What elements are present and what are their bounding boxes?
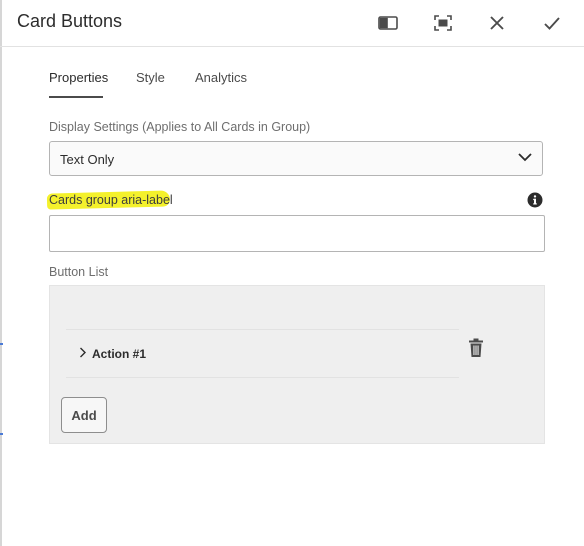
tab-style[interactable]: Style xyxy=(136,70,165,85)
sidebar-toggle-button[interactable] xyxy=(375,10,401,36)
checkmark-icon xyxy=(544,16,560,30)
left-panel-edge xyxy=(0,0,2,546)
confirm-button[interactable] xyxy=(539,10,565,36)
dialog-header: Card Buttons xyxy=(0,0,584,47)
button-list-label: Button List xyxy=(49,265,109,279)
tab-properties[interactable]: Properties xyxy=(49,70,108,85)
display-settings-select[interactable]: Text Only xyxy=(49,141,543,176)
sidebar-toggle-icon xyxy=(378,16,398,30)
active-tab-indicator xyxy=(49,96,103,98)
add-button[interactable]: Add xyxy=(61,397,107,433)
dialog-title: Card Buttons xyxy=(17,11,123,31)
close-button[interactable] xyxy=(484,10,510,36)
left-edge-marker xyxy=(0,433,3,435)
left-edge-marker xyxy=(0,343,3,345)
chevron-down-icon xyxy=(518,153,532,162)
fullscreen-button[interactable] xyxy=(430,10,456,36)
aria-label-field-label: Cards group aria-label xyxy=(49,193,173,207)
list-item-label: Action #1 xyxy=(92,347,147,361)
info-icon[interactable] xyxy=(527,192,543,208)
display-settings-value: Text Only xyxy=(60,152,115,167)
close-icon xyxy=(490,16,504,30)
tab-analytics[interactable]: Analytics xyxy=(195,70,247,85)
trash-icon[interactable] xyxy=(467,338,485,358)
aria-label-input[interactable] xyxy=(49,215,545,252)
fullscreen-icon xyxy=(434,15,452,31)
display-settings-label: Display Settings (Applies to All Cards i… xyxy=(49,120,311,134)
chevron-right-icon xyxy=(80,347,86,358)
list-item-action-1[interactable]: Action #1 xyxy=(66,329,459,378)
button-list-panel: Action #1 Add xyxy=(49,285,545,444)
